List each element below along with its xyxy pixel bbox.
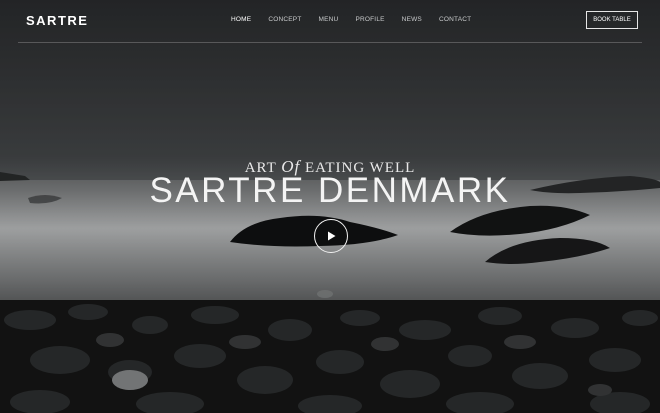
logo[interactable]: SARTRE: [26, 13, 88, 28]
nav-item-home[interactable]: HOME: [231, 16, 251, 23]
main-nav: HOME CONCEPT MENU PROFILE NEWS CONTACT: [231, 16, 488, 23]
header-divider: [18, 42, 642, 43]
book-table-button[interactable]: BOOK TABLE: [586, 11, 638, 29]
play-video-button[interactable]: [314, 219, 348, 253]
play-icon: [328, 231, 336, 241]
nav-item-concept[interactable]: CONCEPT: [268, 16, 301, 23]
nav-item-news[interactable]: NEWS: [402, 16, 422, 23]
nav-item-profile[interactable]: PROFILE: [355, 16, 384, 23]
hero-title: SARTRE DENMARK: [149, 171, 511, 210]
nav-item-menu[interactable]: MENU: [319, 16, 339, 23]
nav-item-contact[interactable]: CONTACT: [439, 16, 471, 23]
